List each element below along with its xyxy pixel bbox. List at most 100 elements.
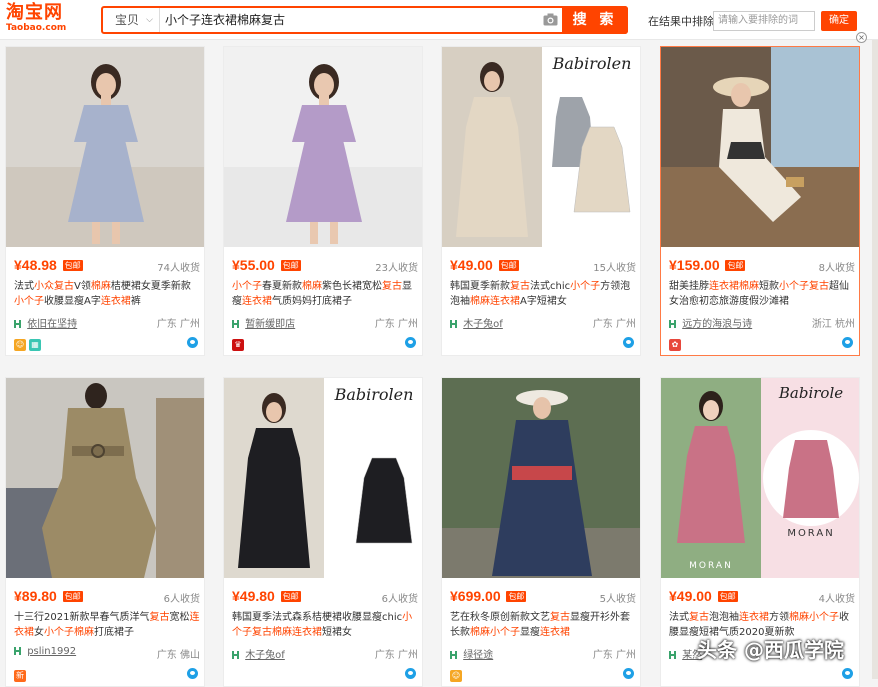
shop-name[interactable]: pslin1992 [27,646,76,657]
shop-name[interactable]: 木子兔of [463,319,503,330]
title-segment: 小众 [34,281,54,292]
close-icon[interactable]: × [856,32,867,43]
product-image[interactable]: Babirolen [442,47,640,247]
wangwang-chat-icon[interactable] [187,337,198,348]
product-card[interactable]: ¥699.00 包邮 5人收货 艺在秋冬原创新款文艺复古显瘦开衫外套长款棉麻小个… [441,377,641,687]
service-badge-icon: ▦ [29,339,41,351]
product-title[interactable]: 艺在秋冬原创新款文艺复古显瘦开衫外套长款棉麻小个子显瘦连衣裙 [450,610,636,642]
shop-row: 木子兔of 广东 广州 [232,646,418,661]
wangwang-chat-icon[interactable] [842,337,853,348]
title-segment: 棉麻连衣裙 [470,296,520,307]
product-title[interactable]: 韩国夏季法式森系桔梗裙收腰显瘦chic小个子复古棉麻连衣裙短裙女 [232,610,418,642]
shop-icon [669,320,676,328]
title-segment: 气质妈妈打底裙子 [272,296,352,307]
title-segment: 短款 [759,281,779,292]
product-price: ¥159.00 [669,257,720,273]
title-segment: 小个子 [232,281,262,292]
title-segment: 十三行2021新款早春气质洋气 [14,612,150,623]
product-card[interactable]: ¥55.00 包邮 23人收货 小个子春夏新款棉麻紫色长裙宽松复古显瘦连衣裙气质… [223,46,423,356]
sales-count: 8人收货 [818,263,855,274]
shop-location: 广东 广州 [374,650,418,661]
shop-location: 浙江 杭州 [811,319,855,330]
title-segment: 复古 [550,612,570,623]
shop-row: 绿径途 广东 广州 [450,646,636,661]
product-image[interactable] [6,378,204,578]
title-segment: 春夏新款 [262,281,302,292]
search-button[interactable]: 搜 索 [562,6,628,34]
product-image[interactable] [442,378,640,578]
wangwang-chat-icon[interactable] [623,668,634,679]
title-segment: 紫色长裙宽松 [322,281,382,292]
wangwang-chat-icon[interactable] [405,668,416,679]
title-segment: 复古 [510,281,530,292]
price-row: ¥55.00 包邮 23人收货 [232,257,418,275]
product-title[interactable]: 甜美挂脖连衣裙棉麻短款小个子复古超仙女治愈初恋旅游度假沙滩裙 [669,279,855,311]
product-card[interactable]: ¥89.80 包邮 6人收货 十三行2021新款早春气质洋气复古宽松连衣裙女小个… [5,377,205,687]
product-card[interactable]: Babirolen ¥49.00 包邮 15人收货 韩国夏季新款复古法式chic… [441,46,641,356]
taobao-logo[interactable]: 淘宝网 Taobao.com [6,3,78,37]
free-shipping-badge: 包邮 [280,591,301,602]
title-segment: 桔梗裙女夏季新款 [110,281,191,292]
exclude-input[interactable]: 请输入要排除的词 [713,11,815,31]
title-segment: 方领 [769,612,789,623]
search-input[interactable]: 小个子连衣裙棉麻复古 [165,8,537,32]
sales-count: 15人收货 [593,263,636,274]
title-segment: 法式chic [530,281,571,292]
search-type-label: 宝贝 [115,13,140,27]
shop-name[interactable]: 绿径途 [463,650,493,661]
shop-icon [450,320,457,328]
free-shipping-badge: 包邮 [62,260,83,271]
shop-name[interactable]: 远方的海浪与诗 [682,319,752,330]
title-segment: 棉麻 [302,281,322,292]
product-title[interactable]: 韩国夏季新款复古法式chic小个子方领泡泡袖棉麻连衣裙A字短裙女 [450,279,636,311]
logo-sub-text: Taobao.com [6,23,67,33]
price-row: ¥49.00 包邮 4人收货 [669,588,855,606]
price-row: ¥89.80 包邮 6人收货 [14,588,200,606]
product-image[interactable] [224,47,422,247]
shop-icon [669,651,676,659]
wangwang-chat-icon[interactable] [842,668,853,679]
free-shipping-badge: 包邮 [62,591,83,602]
product-title[interactable]: 十三行2021新款早春气质洋气复古宽松连衣裙女小个子棉麻打底裙子 [14,610,200,642]
title-segment: 复古 [382,281,402,292]
shop-row: 木子兔of 广东 广州 [450,315,636,330]
product-image[interactable] [6,47,204,247]
product-price: ¥49.00 [450,257,493,273]
shop-location: 广东 佛山 [156,650,200,661]
sales-count: 6人收货 [163,594,200,605]
sales-count: 74人收货 [157,263,200,274]
sales-count: 4人收货 [818,594,855,605]
title-segment: 女 [34,627,44,638]
camera-icon[interactable] [543,13,558,26]
service-badge-icon: 新 [14,670,26,682]
search-type-select[interactable]: 宝贝 ⌵ [103,8,160,32]
shop-name[interactable]: 暂新缓即店 [245,319,295,330]
product-image[interactable]: Babirole MORAN MORAN [661,378,859,578]
title-segment: 复古 [149,612,170,623]
product-image[interactable] [661,47,859,247]
wangwang-chat-icon[interactable] [187,668,198,679]
title-segment: 复古 [689,612,709,623]
product-card[interactable]: ¥48.98 包邮 74人收货 法式小众复古V领棉麻桔梗裙女夏季新款小个子收腰显… [5,46,205,356]
product-title[interactable]: 小个子春夏新款棉麻紫色长裙宽松复古显瘦连衣裙气质妈妈打底裙子 [232,279,418,311]
shop-name[interactable]: 依旧在坚持 [27,319,77,330]
wangwang-chat-icon[interactable] [405,337,416,348]
price-row: ¥48.98 包邮 74人收货 [14,257,200,275]
page-edge [872,40,878,679]
shop-row: 依旧在坚持 广东 广州 [14,315,200,330]
product-card[interactable]: ¥159.00 包邮 8人收货 甜美挂脖连衣裙棉麻短款小个子复古超仙女治愈初恋旅… [660,46,860,356]
shop-row: 远方的海浪与诗 浙江 杭州 [669,315,855,330]
shop-location: 广东 广州 [374,319,418,330]
confirm-button[interactable]: 确定 [821,11,857,31]
product-card[interactable]: Babirolen ¥49.80 包邮 6人收货 韩国夏季法式森系桔梗裙收腰显瘦… [223,377,423,687]
title-segment: 打底裙子 [94,627,134,638]
product-title[interactable]: 法式小众复古V领棉麻桔梗裙女夏季新款小个子收腰显瘦A字连衣裙裤 [14,279,200,311]
svg-text:Babirolen: Babirolen [552,54,632,73]
title-segment: 棉麻小个子 [789,612,839,623]
wangwang-chat-icon[interactable] [623,337,634,348]
title-segment: 棉麻 [90,281,111,292]
shop-name[interactable]: 木子兔of [245,650,285,661]
product-image[interactable]: Babirolen [224,378,422,578]
shop-location: 广东 广州 [156,319,200,330]
svg-text:MORAN: MORAN [787,528,834,539]
